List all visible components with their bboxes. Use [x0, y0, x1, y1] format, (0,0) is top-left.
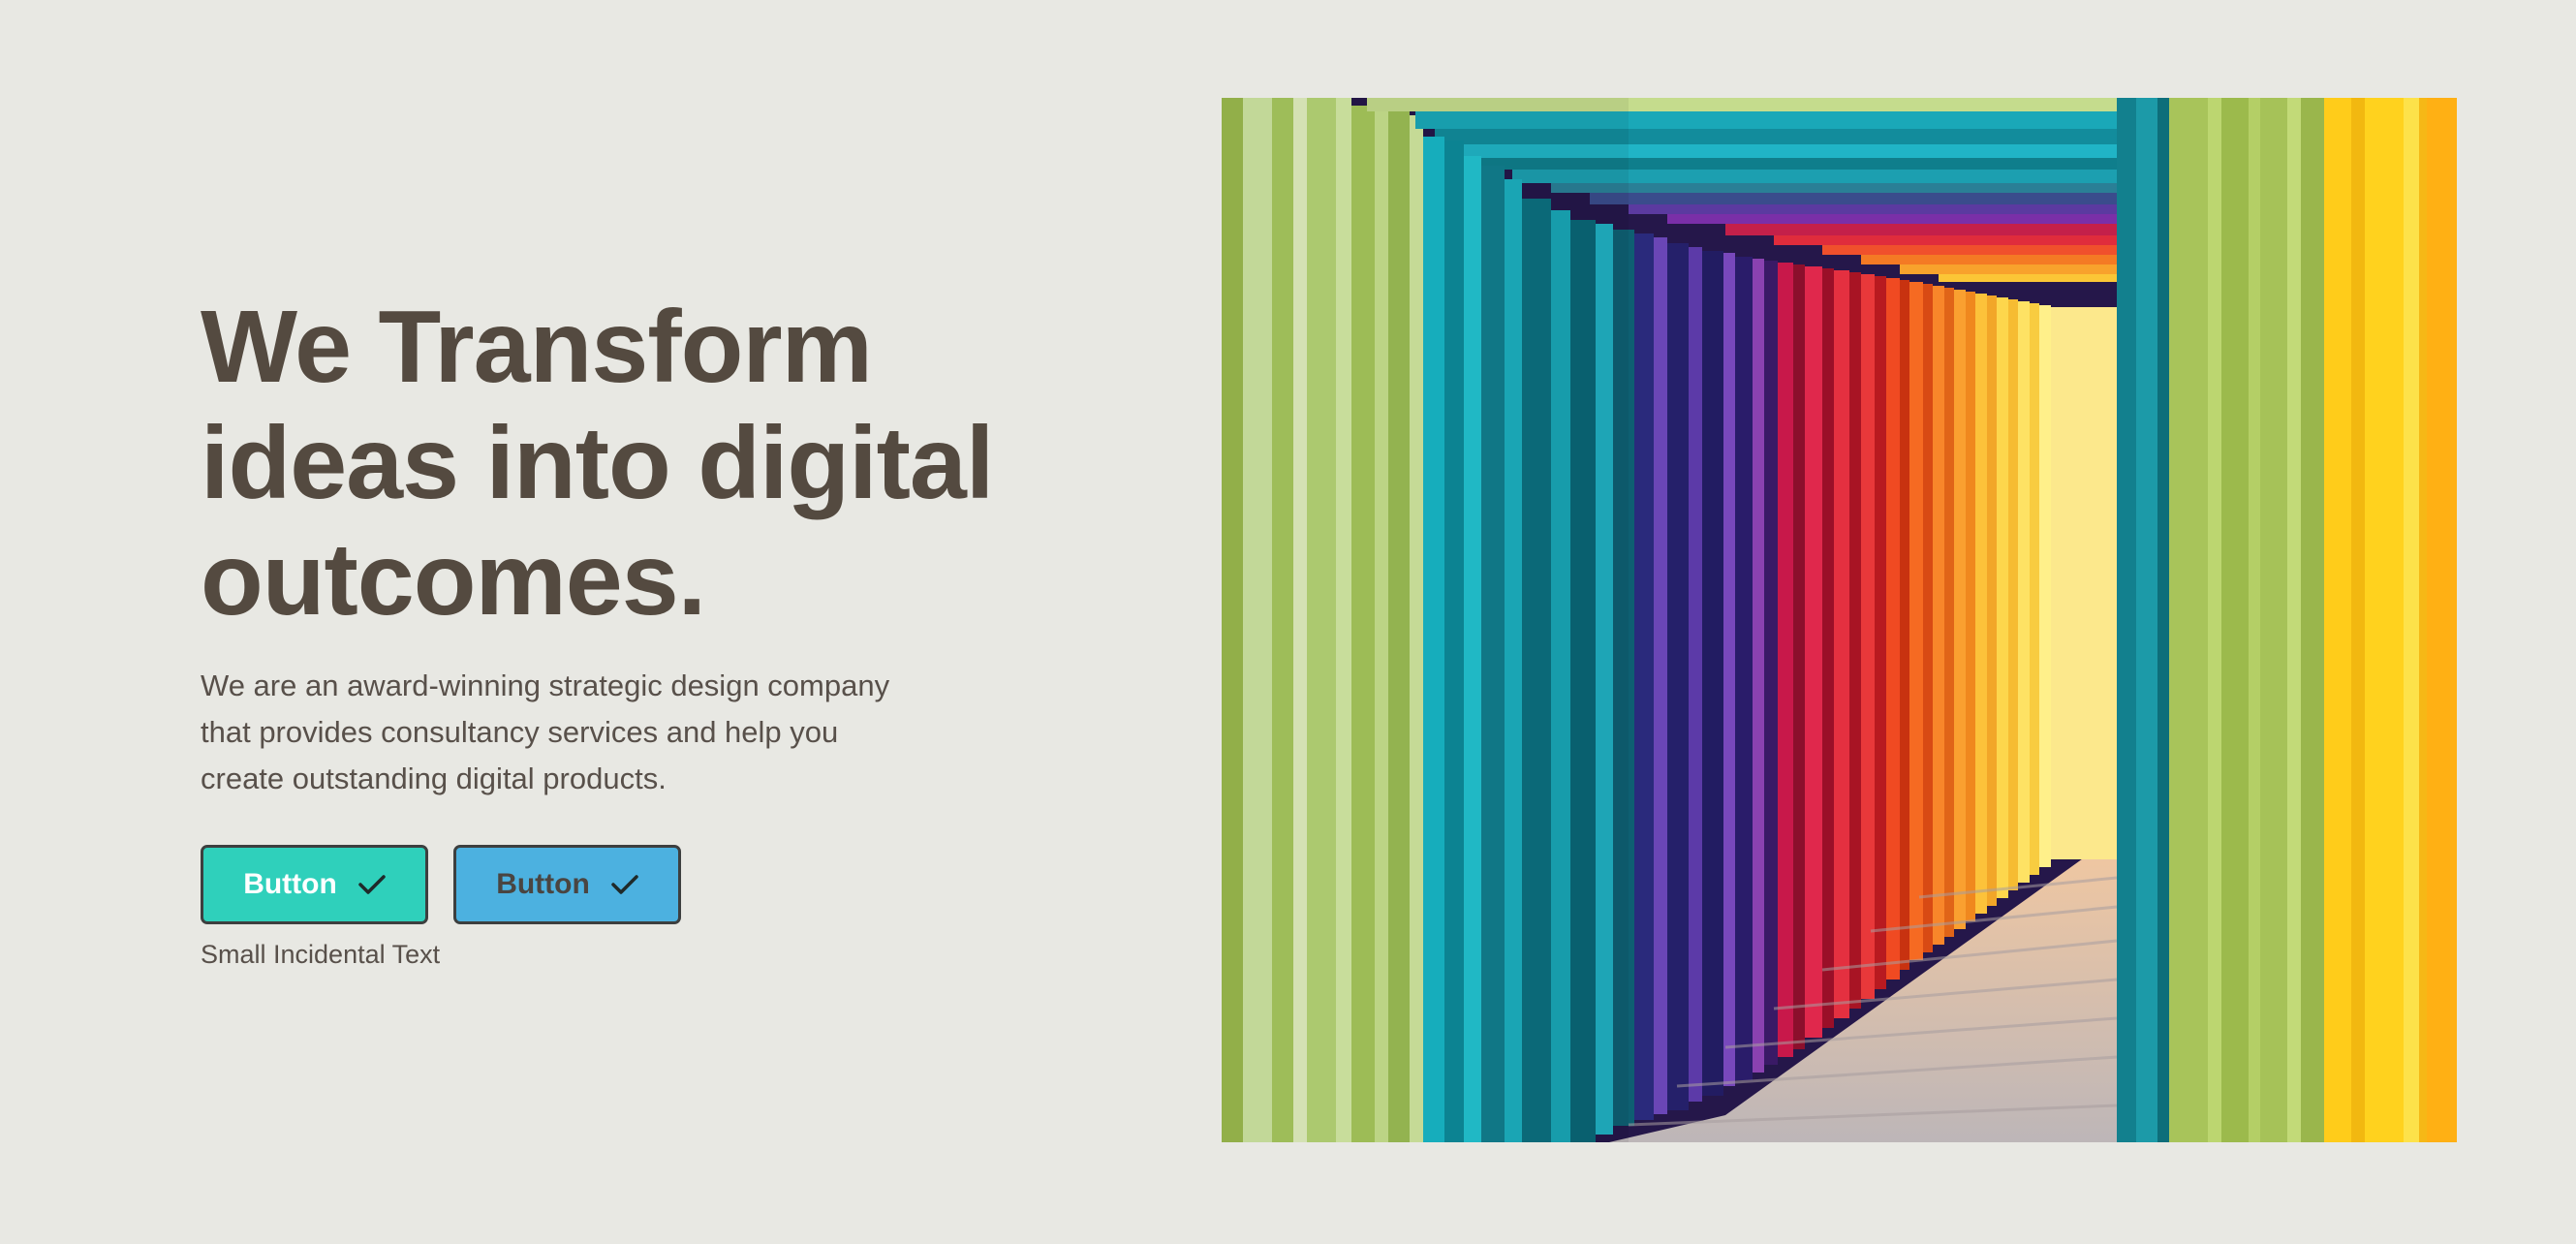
small-incidental-text: Small Incidental Text — [201, 940, 441, 969]
rainbow-tunnel-illustration — [1222, 98, 2457, 1142]
primary-button-label: Button — [243, 868, 337, 900]
description-line-2: that provides consultancy services and h… — [201, 715, 839, 749]
secondary-button-label: Button — [496, 868, 590, 900]
headline-line-3: outcomes. — [201, 522, 706, 637]
check-icon — [358, 874, 386, 895]
primary-button[interactable]: Button — [201, 845, 428, 924]
check-icon — [611, 874, 638, 895]
description-line-3: create outstanding digital products. — [201, 762, 667, 795]
headline-line-1: We Transform — [201, 290, 873, 404]
hero-description: We are an award-winning strategic design… — [201, 663, 937, 802]
hero-headline: We Transform ideas into digital outcomes… — [201, 289, 995, 638]
description-line-1: We are an award-winning strategic design… — [201, 669, 890, 702]
hero-image — [1222, 98, 2457, 1142]
hero-text-block: We Transform ideas into digital outcomes… — [201, 289, 995, 970]
headline-line-2: ideas into digital — [201, 406, 994, 520]
secondary-button[interactable]: Button — [453, 845, 681, 924]
button-group: Button Button — [201, 845, 995, 924]
